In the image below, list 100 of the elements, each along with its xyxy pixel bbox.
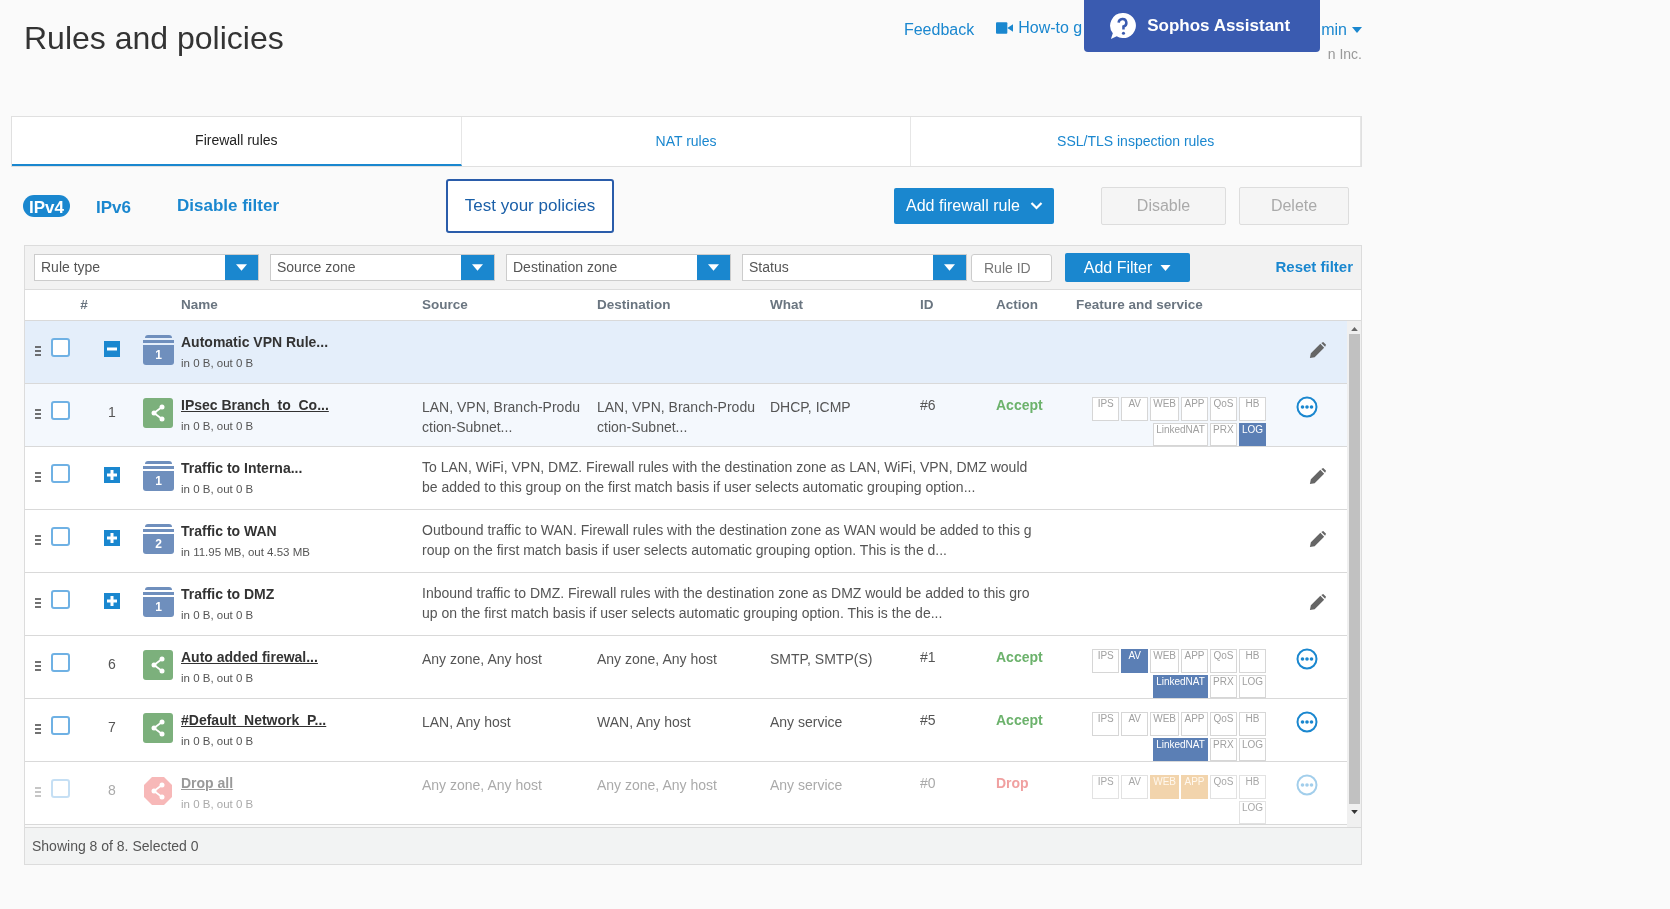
account-menu[interactable]: min [1321, 18, 1347, 42]
feature-tag: APP [1181, 775, 1208, 799]
feature-tag: IPS [1092, 775, 1120, 799]
drag-handle-icon[interactable] [35, 409, 41, 419]
feature-tag: LinkedNAT [1153, 737, 1208, 761]
drag-handle-icon[interactable] [35, 661, 41, 671]
caret-icon [236, 264, 247, 271]
company-name: n Inc. [1327, 45, 1362, 64]
help-bubble-icon [1108, 11, 1138, 41]
feature-tag: WEB [1150, 712, 1179, 736]
drag-handle-icon[interactable] [35, 724, 41, 734]
filter-dropdown[interactable]: Destination zone [506, 254, 731, 281]
row-checkbox[interactable] [51, 716, 70, 735]
rule-id-field[interactable]: Rule ID [971, 253, 1052, 282]
tab[interactable]: Firewall rules [12, 117, 462, 166]
reset-filter-link[interactable]: Reset filter [1275, 256, 1353, 279]
assistant-button[interactable]: Sophos Assistant [1084, 0, 1321, 52]
rule-number: 1 [108, 403, 116, 422]
row-checkbox[interactable] [51, 401, 70, 420]
add-rule-button[interactable]: Add firewall rule [894, 188, 1054, 224]
edit-pencil-icon[interactable] [1308, 593, 1327, 612]
rule-number: 8 [108, 781, 116, 800]
rule-id: #0 [920, 775, 936, 791]
more-options-icon[interactable] [1295, 396, 1318, 418]
traffic-text: in 0 B, out 0 B [181, 482, 254, 497]
how-to-link[interactable]: How-to g [1018, 16, 1083, 40]
column-header: Feature and service [1076, 296, 1203, 312]
edit-pencil-icon[interactable] [1308, 530, 1327, 549]
source-text: LAN, Any host [422, 713, 512, 732]
feedback-link[interactable]: Feedback [903, 18, 975, 42]
group-description: To LAN, WiFi, VPN, DMZ. Firewall rules with the destination zone as LAN, WiFi, VPN, DMZ would be added to this group on the first match basis if user selects automatic grouping option... [422, 458, 1029, 497]
feature-tag: AV [1121, 712, 1149, 736]
group-name: Traffic to Interna... [181, 459, 303, 478]
feature-tag: AV [1121, 649, 1149, 673]
expand-icon[interactable] [104, 593, 120, 609]
drag-handle-icon[interactable] [35, 346, 41, 356]
drag-handle-icon[interactable] [35, 598, 41, 608]
more-options-icon[interactable] [1295, 648, 1318, 670]
feature-tag: PRX [1209, 737, 1237, 761]
feature-tag: WEB [1150, 397, 1179, 421]
ip-version-toggle[interactable]: IPv6 [90, 195, 137, 217]
feature-tag: IPS [1092, 397, 1120, 421]
column-header: Destination [597, 296, 671, 312]
chevron-down-icon [1029, 202, 1043, 210]
feature-tag: LinkedNAT [1153, 422, 1208, 446]
action-text: Accept [996, 649, 1043, 665]
destination-text: Any zone, Any host [597, 776, 718, 795]
feature-tag: LOG [1238, 674, 1266, 698]
feature-tag: PRX [1209, 422, 1237, 446]
feature-tag: APP [1181, 649, 1208, 673]
feature-tag: APP [1181, 712, 1208, 736]
source-text: Any zone, Any host [422, 776, 543, 795]
column-header: ID [920, 296, 934, 312]
scrollbar[interactable] [1347, 321, 1361, 827]
feature-tag: LOG [1238, 800, 1266, 824]
share-icon [143, 776, 173, 806]
row-checkbox[interactable] [51, 527, 70, 546]
more-options-icon[interactable] [1295, 711, 1318, 733]
edit-pencil-icon[interactable] [1308, 467, 1327, 486]
destination-text: WAN, Any host [597, 713, 692, 732]
page-title: Rules and policies [23, 19, 284, 58]
add-filter-button[interactable]: Add Filter [1065, 253, 1190, 282]
collapse-icon[interactable] [104, 341, 120, 357]
tab[interactable]: SSL/TLS inspection rules [911, 117, 1361, 166]
traffic-text: in 0 B, out 0 B [181, 734, 254, 749]
rule-name-link[interactable]: IPsec Branch_to_Co... [181, 395, 329, 416]
share-icon [143, 713, 173, 743]
action-text: Accept [996, 397, 1043, 413]
traffic-text: in 11.95 MB, out 4.53 MB [181, 545, 310, 560]
group-description: Outbound traffic to WAN. Firewall rules with the destination zone as WAN would be added to this group on the first match basis if user selects automatic grouping option. This is the d... [422, 521, 1032, 560]
column-header: # [80, 296, 88, 312]
drag-handle-icon[interactable] [35, 472, 41, 482]
feature-tag: APP [1181, 397, 1208, 421]
expand-icon[interactable] [104, 530, 120, 546]
feature-tag: QoS [1210, 649, 1237, 673]
drag-handle-icon[interactable] [35, 535, 41, 545]
row-checkbox[interactable] [51, 464, 70, 483]
tab[interactable]: NAT rules [461, 117, 912, 166]
rule-name-link[interactable]: Auto added firewal... [181, 647, 318, 668]
feature-tag: QoS [1210, 397, 1237, 421]
edit-pencil-icon[interactable] [1308, 341, 1327, 360]
ip-version-toggle[interactable]: IPv4 [23, 195, 70, 217]
destination-text: LAN, VPN, Branch-Produ ction-Subnet... [597, 398, 756, 437]
caret-icon [944, 264, 955, 271]
filter-dropdown[interactable]: Rule type [34, 254, 259, 281]
service-text: Any service [770, 713, 844, 732]
rule-name-link[interactable]: #Default_Network_P... [181, 710, 327, 731]
feature-tag: HB [1239, 397, 1266, 421]
row-checkbox[interactable] [51, 653, 70, 672]
traffic-text: in 0 B, out 0 B [181, 671, 254, 686]
row-checkbox[interactable] [51, 338, 70, 357]
traffic-text: in 0 B, out 0 B [181, 608, 254, 623]
disable-filter-link[interactable]: Disable filter [176, 193, 279, 219]
row-checkbox[interactable] [51, 590, 70, 609]
feature-tag: HB [1239, 712, 1266, 736]
filter-dropdown[interactable]: Source zone [270, 254, 495, 281]
filter-dropdown[interactable]: Status [742, 254, 967, 281]
expand-icon[interactable] [104, 467, 120, 483]
caret-icon [1160, 264, 1172, 271]
test-policies-button[interactable]: Test your policies [446, 179, 614, 233]
